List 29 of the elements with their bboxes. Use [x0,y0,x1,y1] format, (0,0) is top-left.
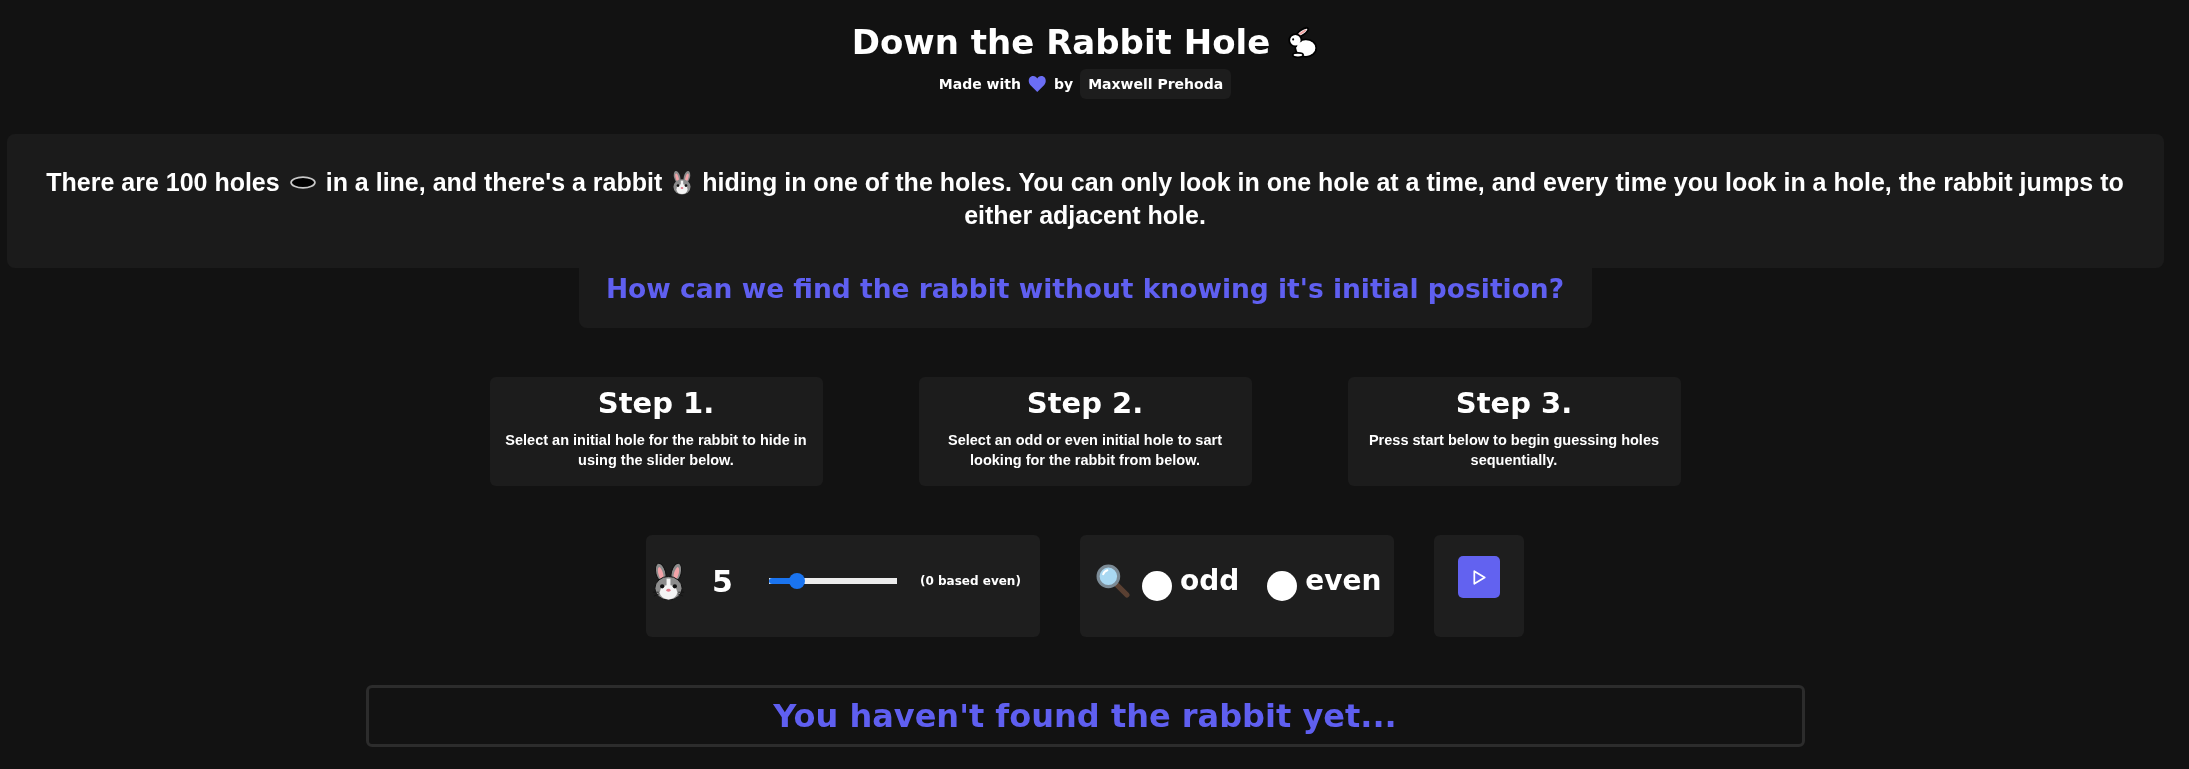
rabbit-face-icon [651,561,686,601]
radio-option[interactable]: even [1267,561,1382,601]
intro-text: in a line, and there's a rabbit [325,167,663,196]
search-icon [1096,564,1130,598]
step-text: Select an initial hole for the rabbit to hide in using the slider below. [504,431,808,470]
step-text: Select an odd or even initial hole to sart looking for the rabbit from below. [947,431,1223,470]
author-link[interactable]: Maxwell Prehoda [1080,69,1232,99]
hole-icon [289,175,316,189]
intro-text: There are 100 holes [46,167,280,196]
heart-icon [1028,76,1047,92]
credit-text: by [1054,76,1074,92]
play-icon [1472,569,1486,585]
intro-text: hiding in one of the holes. You can only look in one hole at a time, and every time you look in a hole, the rabbit jumps to [702,167,2124,196]
slider-note: (0 based even) [920,574,1021,588]
status-banner: You haven't found the rabbit yet... [365,685,1805,747]
start-button[interactable] [1458,556,1500,598]
step-title: Step 3. [1454,385,1574,421]
radio-button[interactable] [1267,571,1298,601]
intro-text: either adjacent hole. [964,200,1206,229]
slider-thumb[interactable] [789,573,806,589]
step-title: Step 2. [1025,385,1145,421]
radio-button[interactable] [1142,571,1172,601]
credit-text: Made with [938,76,1021,92]
page-title: Down the Rabbit Hole [851,21,1271,63]
radio-option[interactable]: odd [1142,561,1240,601]
step-title: Step 1. [596,385,716,421]
position-value: 5 [712,563,732,599]
step-text: Press start below to begin guessing holes sequentially. [1367,431,1661,470]
question-heading: How can we find the rabbit without knowing it's initial position? [578,268,1592,328]
